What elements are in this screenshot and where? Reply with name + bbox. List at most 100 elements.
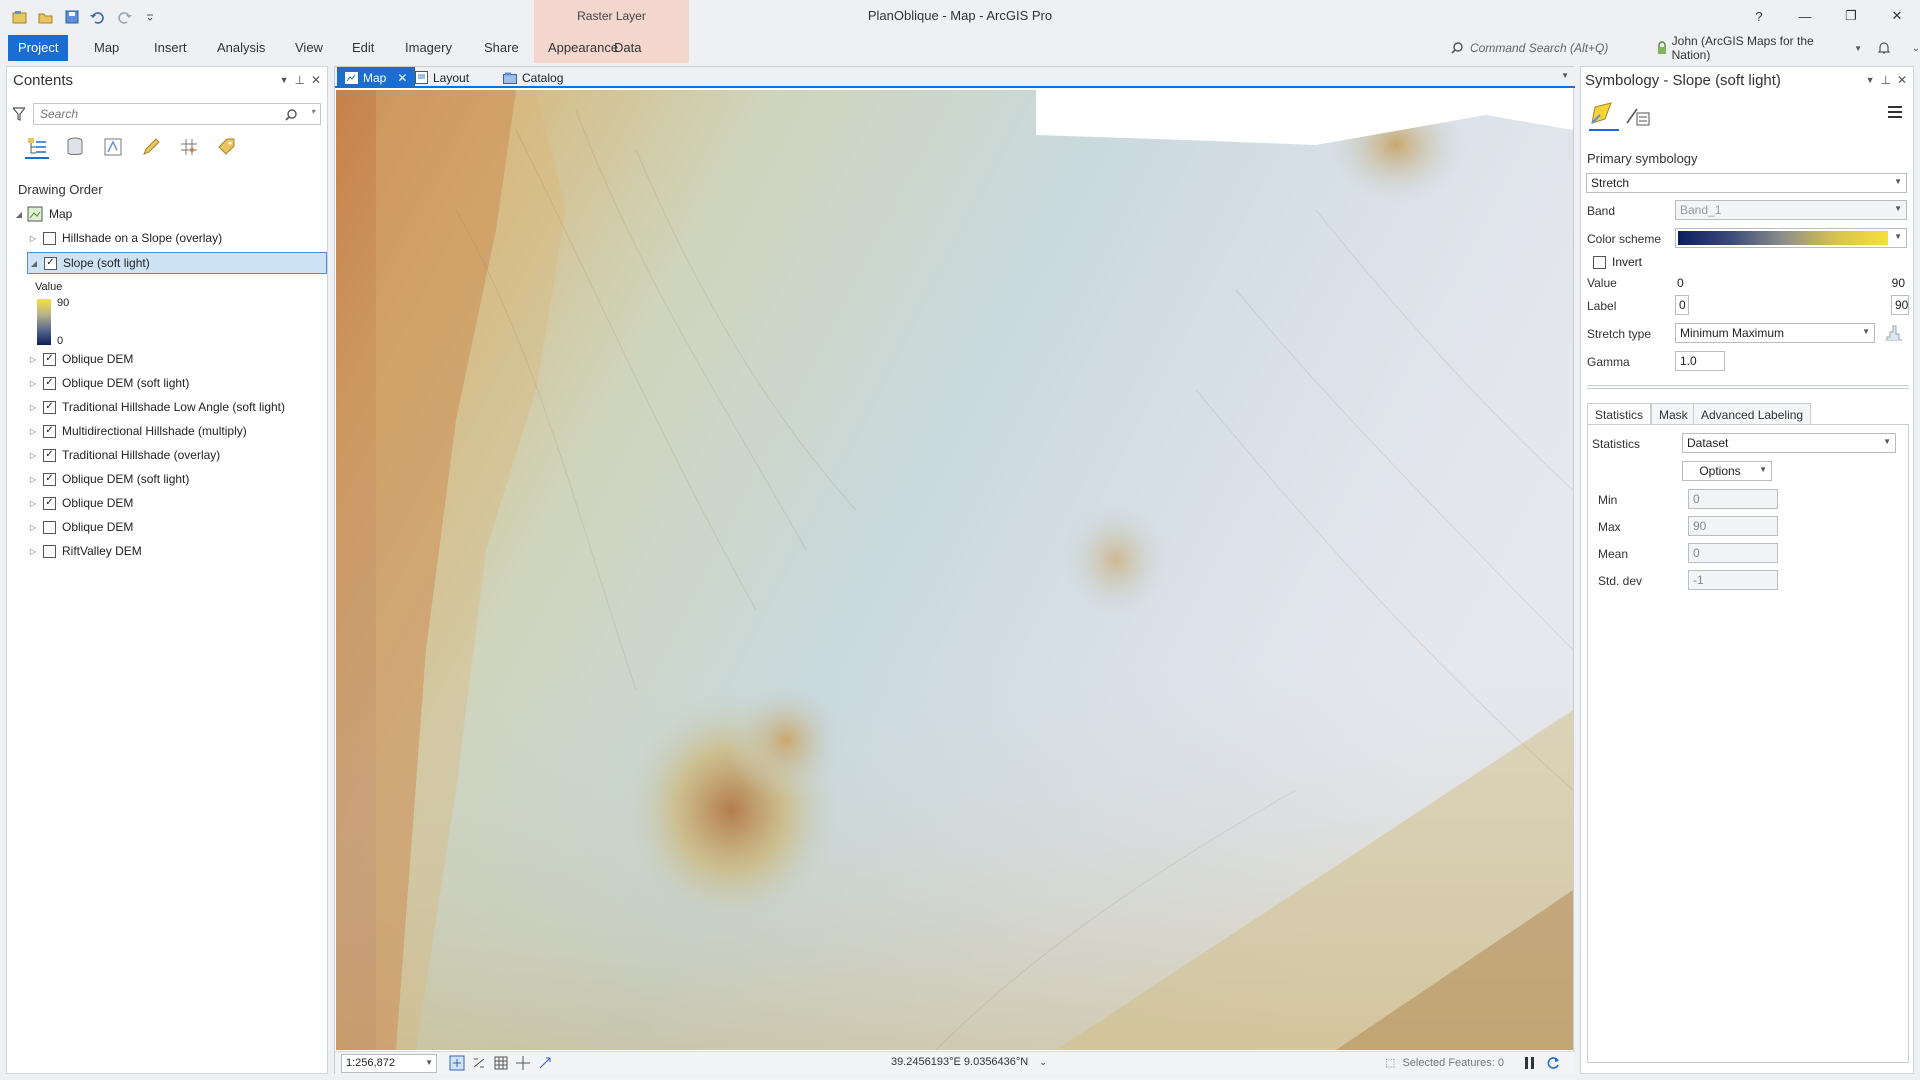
view-tabs-dropdown-icon[interactable]: ▼ [1561, 71, 1569, 80]
pin-icon[interactable]: ⊥ [294, 73, 304, 87]
tab-analysis[interactable]: Analysis [207, 35, 275, 61]
collapse-icon[interactable]: ◢ [13, 210, 25, 219]
hamburger-menu-icon[interactable] [1887, 105, 1903, 119]
grid-icon[interactable] [493, 1055, 509, 1071]
layer-visibility-checkbox[interactable]: ✓ [43, 400, 56, 414]
pane-menu-icon[interactable]: ▼ [1866, 75, 1875, 85]
customize-qat-icon[interactable] [140, 8, 160, 26]
ribbon-collapse-icon[interactable]: ⌄ [1912, 43, 1920, 54]
close-icon[interactable]: ✕ [397, 71, 407, 85]
gamma-input[interactable]: 1.0 [1675, 351, 1725, 371]
map-scale-input[interactable]: 1:256,872 ▼ [341, 1054, 437, 1073]
map-rotation-icon[interactable] [471, 1055, 487, 1071]
close-icon[interactable]: ✕ [1897, 73, 1907, 87]
fixed-zoom-icon[interactable] [449, 1055, 465, 1071]
pause-drawing-icon[interactable] [1523, 1055, 1537, 1071]
expand-icon[interactable]: ▷ [27, 523, 39, 532]
list-by-drawing-order-icon[interactable] [25, 135, 49, 159]
pane-menu-icon[interactable]: ▼ [280, 75, 289, 85]
collapse-icon[interactable]: ◢ [28, 259, 40, 268]
expand-icon[interactable]: ▷ [27, 427, 39, 436]
minimize-button[interactable]: — [1782, 0, 1828, 32]
statistics-dropdown[interactable]: Dataset ▼ [1682, 433, 1896, 453]
layer-row[interactable]: ▷ ✓ Traditional Hillshade (overlay) [27, 444, 327, 466]
undo-icon[interactable] [88, 8, 108, 26]
expand-icon[interactable]: ▷ [27, 547, 39, 556]
tab-layout-view[interactable]: Layout [407, 67, 477, 88]
tab-map-view[interactable]: Map ✕ [337, 67, 416, 88]
help-button[interactable]: ? [1736, 0, 1782, 32]
layer-visibility-checkbox[interactable]: ✓ [43, 424, 56, 438]
filter-icon[interactable] [13, 107, 25, 121]
layer-row[interactable]: ▷ ✓ Traditional Hillshade Low Angle (soft … [27, 396, 327, 418]
snapping-icon[interactable] [537, 1055, 553, 1071]
color-scheme-dropdown[interactable]: ▼ [1675, 228, 1907, 248]
close-button[interactable]: ✕ [1874, 0, 1920, 32]
primary-symbology-tab[interactable] [1589, 101, 1619, 131]
open-project-icon[interactable] [36, 8, 56, 26]
notification-bell-icon[interactable] [1876, 40, 1892, 56]
tab-edit[interactable]: Edit [342, 35, 384, 61]
layer-row[interactable]: ▷ ✓ Oblique DEM (soft light) [27, 468, 327, 490]
tab-insert[interactable]: Insert [144, 35, 197, 61]
layer-visibility-checkbox[interactable]: ✓ [43, 352, 56, 366]
user-account[interactable]: John (ArcGIS Maps for the Nation) ▼ ⌄ [1656, 34, 1920, 62]
stretch-type-dropdown[interactable]: Minimum Maximum ▼ [1675, 323, 1875, 343]
expand-icon[interactable]: ▷ [27, 379, 39, 388]
expand-icon[interactable]: ▷ [27, 451, 39, 460]
label-min-input[interactable]: 0 [1675, 295, 1689, 315]
tab-map[interactable]: Map [84, 35, 129, 61]
search-icon[interactable] [284, 108, 298, 122]
list-by-selection-icon[interactable] [101, 135, 125, 159]
layer-row[interactable]: ▷ ✓ Oblique DEM (soft light) [27, 372, 327, 394]
restore-button[interactable]: ❐ [1828, 0, 1874, 32]
layer-row[interactable]: ▷ ✓ Oblique DEM [27, 348, 327, 370]
layer-row[interactable]: ◢ ✓ Slope (soft light) [27, 252, 327, 274]
chevron-down-icon[interactable]: ⌄ [1039, 1057, 1047, 1067]
layer-row[interactable]: ▷ Oblique DEM [27, 516, 327, 538]
invert-checkbox[interactable] [1593, 255, 1606, 269]
tab-mask[interactable]: Mask [1651, 403, 1696, 425]
layer-visibility-checkbox[interactable]: ✓ [43, 496, 56, 510]
tab-advanced-labeling[interactable]: Advanced Labeling [1693, 403, 1812, 425]
tab-project[interactable]: Project [8, 35, 69, 61]
layer-row[interactable]: ▷ RiftValley DEM [27, 540, 327, 562]
section-splitter[interactable] [1587, 385, 1909, 389]
expand-icon[interactable]: ▷ [27, 475, 39, 484]
tab-share[interactable]: Share [474, 35, 529, 61]
layer-visibility-checkbox[interactable] [43, 520, 56, 534]
expand-icon[interactable]: ▷ [27, 234, 39, 243]
layer-visibility-checkbox[interactable]: ✓ [43, 472, 56, 486]
save-project-icon[interactable] [62, 8, 82, 26]
redo-icon[interactable] [114, 8, 134, 26]
layer-visibility-checkbox[interactable]: ✓ [43, 448, 56, 462]
layer-visibility-checkbox[interactable] [43, 544, 56, 558]
layer-visibility-checkbox[interactable]: ✓ [43, 376, 56, 390]
secondary-symbology-tab[interactable] [1625, 103, 1651, 129]
close-icon[interactable]: ✕ [311, 73, 321, 87]
layer-row[interactable]: ▷ ✓ Multidirectional Hillshade (multiply) [27, 420, 327, 442]
histogram-icon[interactable] [1885, 325, 1903, 341]
map-canvas[interactable] [336, 90, 1573, 1050]
map-node[interactable]: ◢ Map [13, 203, 323, 225]
crosshair-icon[interactable] [515, 1055, 531, 1071]
layer-row[interactable]: ▷ Hillshade on a Slope (overlay) [27, 227, 327, 249]
list-by-source-icon[interactable] [63, 135, 87, 159]
list-by-snapping-icon[interactable] [177, 135, 201, 159]
invert-option[interactable]: Invert [1593, 255, 1642, 269]
list-by-editing-icon[interactable] [139, 135, 163, 159]
tab-view[interactable]: View [285, 35, 333, 61]
tab-catalog-view[interactable]: Catalog [495, 67, 571, 88]
selected-features[interactable]: ⬚ Selected Features: 0 [1385, 1056, 1504, 1069]
layer-visibility-checkbox[interactable]: ✓ [44, 256, 57, 270]
coordinates-readout[interactable]: 39.2456193°E 9.0356436°N ⌄ [891, 1056, 1047, 1068]
expand-icon[interactable]: ▷ [27, 403, 39, 412]
new-project-icon[interactable] [10, 8, 30, 26]
command-search-box[interactable]: Command Search (Alt+Q) [1450, 37, 1650, 59]
options-button[interactable]: Options ▼ [1682, 461, 1772, 481]
renderer-dropdown[interactable]: Stretch ▼ [1586, 173, 1907, 193]
layer-visibility-checkbox[interactable] [43, 231, 56, 245]
list-by-labeling-icon[interactable] [215, 135, 239, 159]
expand-icon[interactable]: ▷ [27, 499, 39, 508]
contents-search-input[interactable]: Search ▾ [33, 103, 321, 125]
